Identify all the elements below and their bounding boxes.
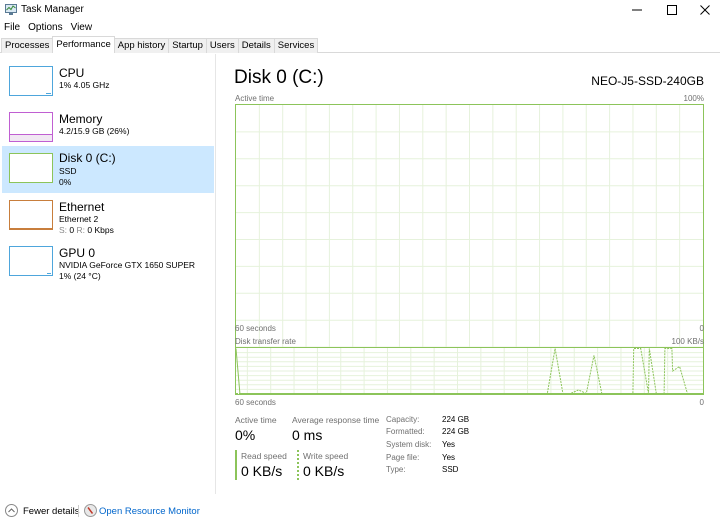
maximize-icon (667, 5, 677, 15)
read-speed-label: Read speed (241, 451, 287, 461)
memory-thumbnail-graph (9, 112, 53, 142)
task-manager-icon (5, 4, 17, 15)
menu-file[interactable]: File (0, 21, 24, 35)
minimize-button[interactable] (620, 0, 654, 20)
tab-services[interactable]: Services (273, 38, 319, 53)
sidebar-item-detail: SSD (59, 166, 77, 176)
active-time-stat-value: 0% (235, 427, 256, 443)
menu-bar: File Options View (0, 21, 96, 35)
write-speed-value: 0 KB/s (303, 463, 345, 479)
cpu-thumbnail-graph (9, 66, 53, 96)
footer-divider (78, 505, 79, 517)
avg-response-stat-value: 0 ms (292, 427, 323, 443)
capacity-label: Capacity: (386, 415, 420, 424)
sidebar-item-detail: Ethernet 2 (59, 214, 99, 224)
system-disk-value: Yes (442, 440, 456, 449)
resource-sidebar: CPU 1% 4.05 GHz Memory 4.2/15.9 GB (26%)… (0, 54, 216, 494)
sidebar-item-detail: 1% 4.05 GHz (59, 80, 110, 90)
sidebar-item-title: CPU (59, 66, 85, 80)
close-button[interactable] (688, 0, 720, 20)
gpu-thumbnail-graph (9, 246, 53, 276)
transfer-rate-max-label: 100 KB/s (671, 337, 704, 346)
page-file-label: Page file: (386, 453, 420, 462)
fewer-details-button[interactable]: Fewer details (23, 506, 80, 517)
active-time-graph (235, 104, 704, 375)
ethernet-thumbnail-graph (9, 200, 53, 230)
active-time-graph-label: Active time (235, 94, 275, 103)
open-resource-monitor-link[interactable]: Open Resource Monitor (99, 506, 200, 517)
sidebar-item-title: Ethernet (59, 200, 105, 214)
sidebar-item-title: Memory (59, 112, 103, 126)
sidebar-item-usage: 1% (24 °C) (59, 271, 101, 281)
sidebar-item-ethernet[interactable]: Ethernet Ethernet 2 S: 0 R: 0 Kbps (2, 194, 214, 241)
active-time-stat-label: Active time (235, 415, 277, 425)
write-speed-legend-bar (297, 450, 299, 480)
menu-options[interactable]: Options (24, 21, 66, 35)
tab-bar: Processes Performance App history Startu… (0, 36, 720, 53)
page-title: Disk 0 (C:) (234, 67, 324, 88)
capacity-value: 224 GB (442, 415, 470, 424)
sidebar-item-throughput: S: 0 R: 0 Kbps (59, 225, 114, 235)
tab-processes[interactable]: Processes (1, 38, 54, 53)
menu-view[interactable]: View (67, 21, 97, 35)
maximize-button[interactable] (655, 0, 689, 20)
active-time-min-label: 0 (699, 324, 704, 333)
type-value: SSD (442, 465, 459, 474)
active-time-duration-label: 60 seconds (235, 324, 276, 333)
tab-details[interactable]: Details (237, 38, 275, 53)
close-icon (700, 5, 710, 15)
disk-thumbnail-graph (9, 153, 53, 183)
sidebar-item-cpu[interactable]: CPU 1% 4.05 GHz (2, 60, 214, 107)
title-bar: Task Manager (0, 0, 720, 20)
minimize-icon (632, 9, 642, 11)
sidebar-item-detail: NVIDIA GeForce GTX 1650 SUPER (59, 260, 196, 270)
resource-monitor-icon[interactable] (84, 504, 97, 517)
disk-model: NEO-J5-SSD-240GB (591, 74, 704, 88)
system-disk-label: System disk: (386, 440, 432, 449)
chevron-up-icon[interactable] (5, 504, 18, 517)
page-file-value: Yes (442, 453, 456, 462)
sidebar-item-detail: 4.2/15.9 GB (26%) (59, 126, 130, 136)
type-label: Type: (386, 465, 406, 474)
sidebar-item-gpu[interactable]: GPU 0 NVIDIA GeForce GTX 1650 SUPER 1% (… (2, 240, 214, 287)
footer: Fewer details Open Resource Monitor (0, 500, 720, 524)
formatted-label: Formatted: (386, 427, 425, 436)
tab-users[interactable]: Users (205, 38, 239, 53)
read-speed-legend-bar (235, 450, 237, 480)
sidebar-item-title: GPU 0 (59, 246, 96, 260)
active-time-max-label: 100% (683, 94, 704, 103)
tab-startup[interactable]: Startup (168, 38, 207, 53)
transfer-rate-graph-label: Disk transfer rate (235, 337, 296, 346)
formatted-value: 224 GB (442, 427, 470, 436)
window-title: Task Manager (21, 4, 84, 15)
write-speed-label: Write speed (303, 451, 349, 461)
avg-response-stat-label: Average response time (292, 415, 380, 425)
read-speed-value: 0 KB/s (241, 463, 283, 479)
transfer-rate-graph (235, 347, 704, 395)
sidebar-item-disk[interactable]: Disk 0 (C:) SSD 0% (2, 146, 214, 193)
tab-app-history[interactable]: App history (113, 38, 170, 53)
tab-performance[interactable]: Performance (52, 36, 115, 53)
transfer-rate-duration-label: 60 seconds (235, 398, 276, 407)
disk-detail-panel: Disk 0 (C:) NEO-J5-SSD-240GB Active time… (217, 54, 720, 494)
sidebar-item-title: Disk 0 (C:) (59, 151, 116, 165)
transfer-rate-min-label: 0 (699, 398, 704, 407)
sidebar-item-usage: 0% (59, 177, 72, 187)
